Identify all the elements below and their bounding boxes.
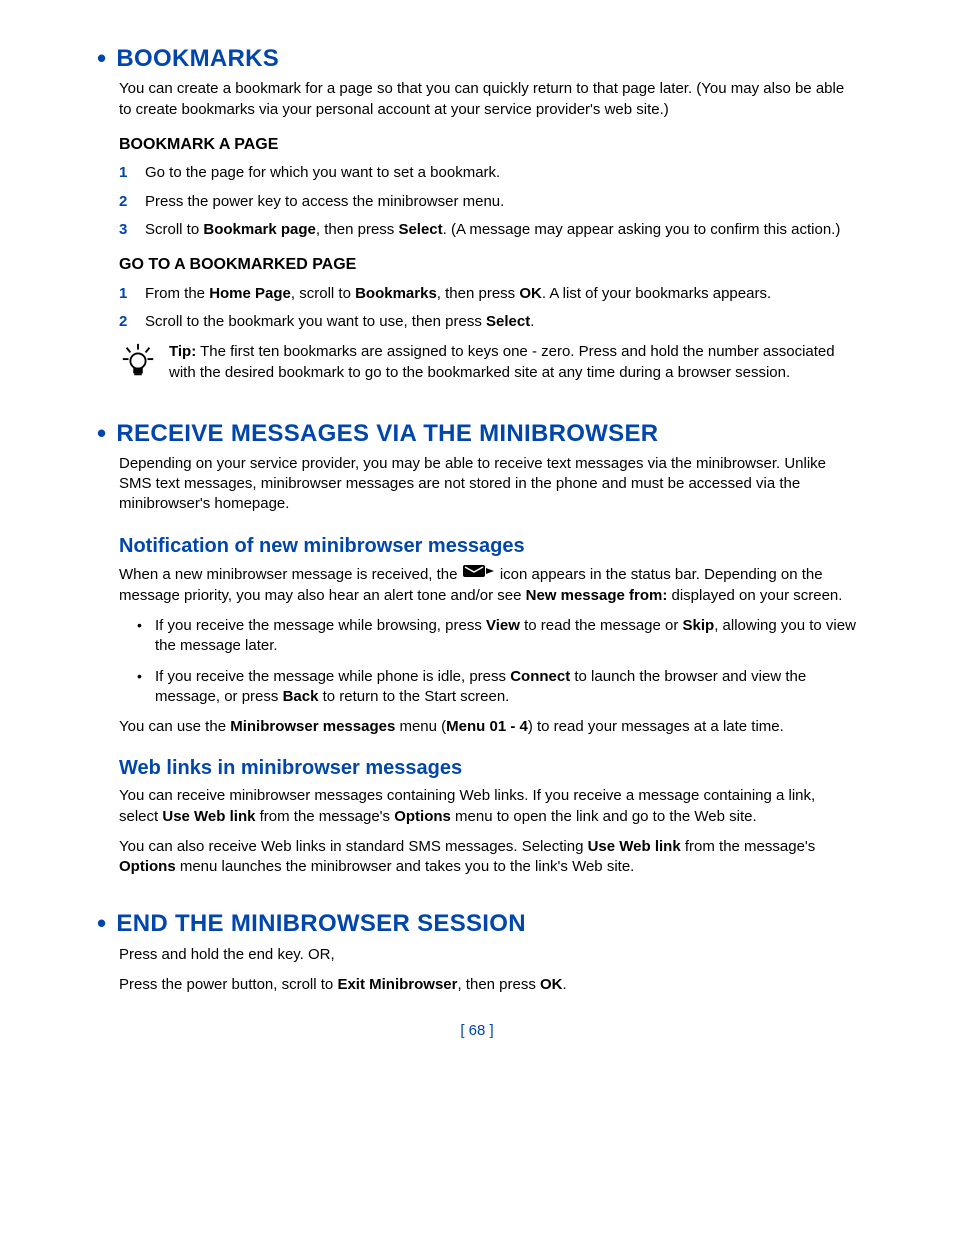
list-item: 3 Scroll to Bookmark page, then press Se… [119,220,857,240]
heading-end-session: • End the minibrowser session [97,905,857,940]
bullet-icon: • [137,667,155,708]
list-text: If you receive the message while phone i… [155,667,857,708]
list-text: Press the power key to access the minibr… [145,192,857,212]
bullet-dot-icon: • [97,418,106,448]
numbered-list: 1 Go to the page for which you want to s… [119,163,857,240]
subheading-goto-bookmarked: Go to a bookmarked page [119,254,857,276]
page-number: [ 68 ] [97,1021,857,1041]
paragraph: When a new minibrowser message is receiv… [119,564,857,607]
list-text: Scroll to Bookmark page, then press Sele… [145,220,857,240]
list-number: 2 [119,312,139,332]
list-number: 3 [119,220,139,240]
bullet-dot-icon: • [97,43,106,73]
bullet-list: • If you receive the message while brows… [137,616,857,707]
bullet-icon: • [137,616,155,657]
paragraph: You can use the Minibrowser messages men… [119,717,857,737]
subheading-notification: Notification of new minibrowser messages [119,533,857,560]
paragraph: Press and hold the end key. OR, [119,945,857,965]
list-text: Go to the page for which you want to set… [145,163,857,183]
bullet-dot-icon: • [97,908,106,938]
heading-bookmarks: • Bookmarks [97,40,857,75]
paragraph: You can receive minibrowser messages con… [119,786,857,827]
paragraph: Depending on your service provider, you … [119,454,857,515]
list-text: If you receive the message while browsin… [155,616,857,657]
list-item: 1 From the Home Page, scroll to Bookmark… [119,284,857,304]
list-item: 2 Scroll to the bookmark you want to use… [119,312,857,332]
paragraph: You can create a bookmark for a page so … [119,79,857,120]
paragraph: Press the power button, scroll to Exit M… [119,975,857,995]
heading-text: Bookmarks [116,45,279,72]
subheading-web-links: Web links in minibrowser messages [119,755,857,782]
message-envelope-icon [462,563,496,585]
list-number: 1 [119,284,139,304]
list-number: 1 [119,163,139,183]
list-item: 1 Go to the page for which you want to s… [119,163,857,183]
tip-block: Tip: The first ten bookmarks are assigne… [119,342,857,386]
list-item: 2 Press the power key to access the mini… [119,192,857,212]
tip-text: Tip: The first ten bookmarks are assigne… [169,342,857,383]
list-item: • If you receive the message while brows… [137,616,857,657]
paragraph: You can also receive Web links in standa… [119,837,857,878]
list-text: From the Home Page, scroll to Bookmarks,… [145,284,857,304]
numbered-list: 1 From the Home Page, scroll to Bookmark… [119,284,857,333]
lightbulb-tip-icon [119,342,159,386]
heading-text: Receive messages via the minibrowser [116,420,658,447]
heading-text: End the minibrowser session [116,910,525,937]
subheading-bookmark-a-page: Bookmark a page [119,134,857,156]
heading-receive-messages: • Receive messages via the minibrowser [97,415,857,450]
list-item: • If you receive the message while phone… [137,667,857,708]
list-text: Scroll to the bookmark you want to use, … [145,312,857,332]
list-number: 2 [119,192,139,212]
